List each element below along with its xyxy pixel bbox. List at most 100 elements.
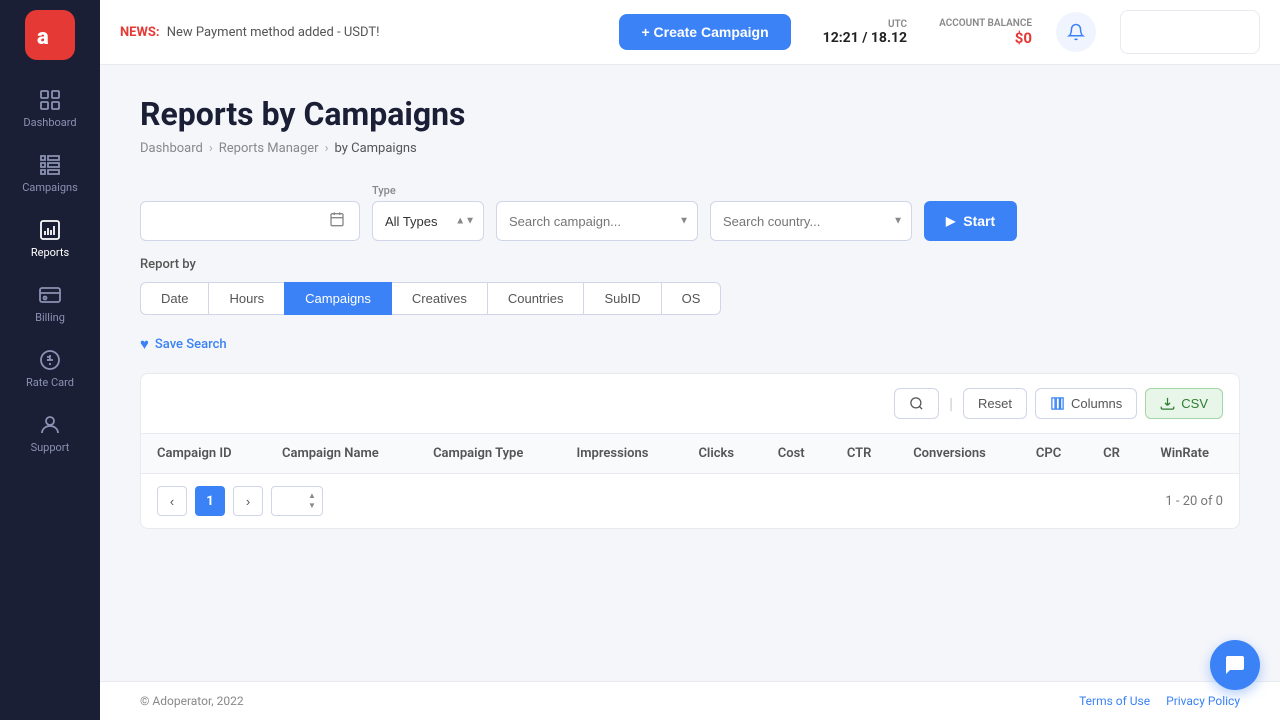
col-ctr: CTR — [831, 434, 897, 474]
campaign-search-wrap[interactable]: ▼ — [496, 201, 698, 241]
sidebar-item-reports[interactable]: Reports — [0, 206, 100, 271]
sidebar-item-campaigns[interactable]: Campaigns — [0, 141, 100, 206]
svg-text:a: a — [37, 25, 49, 50]
report-tab-os[interactable]: OS — [661, 282, 722, 315]
account-balance-section: ACCOUNT BALANCE $0 — [939, 18, 1032, 47]
start-button[interactable]: ▶ Start — [924, 201, 1017, 241]
campaign-search-input[interactable] — [497, 214, 697, 229]
news-label: NEWS: — [120, 25, 160, 40]
country-search-wrap[interactable]: ▼ — [710, 201, 912, 241]
page-size-arrows: ▲ ▼ — [308, 491, 316, 510]
type-filter-group: Type All Types Push Pop Banner Native ▲▼ — [372, 184, 484, 241]
reset-button[interactable]: Reset — [963, 388, 1027, 419]
columns-label: Columns — [1071, 396, 1122, 411]
report-tab-subid[interactable]: SubID — [583, 282, 661, 315]
sidebar: a Dashboard Campaigns — [0, 0, 100, 720]
sidebar-reports-label: Reports — [31, 246, 69, 259]
sidebar-item-support[interactable]: Support — [0, 401, 100, 466]
sidebar-item-rate-card[interactable]: Rate Card — [0, 336, 100, 401]
report-tab-countries[interactable]: Countries — [487, 282, 585, 315]
save-search-row[interactable]: ♥ Save Search — [140, 335, 1240, 353]
breadcrumb-sep-2: › — [325, 141, 329, 156]
save-search-label: Save Search — [155, 337, 227, 352]
current-page-number[interactable]: 1 — [195, 486, 225, 516]
reset-label: Reset — [978, 396, 1012, 411]
col-cr: CR — [1087, 434, 1144, 474]
report-tab-campaigns[interactable]: Campaigns — [284, 282, 392, 315]
play-icon: ▶ — [946, 214, 955, 228]
breadcrumb: Dashboard › Reports Manager › by Campaig… — [140, 141, 1240, 156]
page-title: Reports by Campaigns — [140, 95, 1240, 133]
news-text: New Payment method added - USDT! — [167, 25, 380, 40]
sidebar-support-label: Support — [31, 441, 70, 454]
heart-icon: ♥ — [140, 335, 149, 353]
col-clicks: Clicks — [682, 434, 761, 474]
balance-value: $0 — [1015, 29, 1032, 47]
date-input-field[interactable]: 01-12-2022 ~ 18-12-2022 — [151, 214, 321, 229]
breadcrumb-reports-manager[interactable]: Reports Manager — [219, 141, 319, 156]
col-cpc: CPC — [1020, 434, 1087, 474]
table-card: | Reset Columns — [140, 373, 1240, 529]
report-by-tabs: Date Hours Campaigns Creatives Countries… — [140, 282, 1240, 315]
report-tab-hours[interactable]: Hours — [208, 282, 285, 315]
page-size-input[interactable]: 20 — [278, 494, 308, 509]
filters-row: 01-12-2022 ~ 18-12-2022 Type All Types P… — [140, 184, 1240, 241]
page-size-up-icon[interactable]: ▲ — [308, 491, 316, 501]
columns-button[interactable]: Columns — [1035, 388, 1137, 419]
type-select-wrap[interactable]: All Types Push Pop Banner Native ▲▼ — [372, 201, 484, 241]
footer-copyright: © Adoperator, 2022 — [140, 694, 244, 708]
news-banner: NEWS: New Payment method added - USDT! — [120, 25, 379, 40]
col-campaign-id: Campaign ID — [141, 434, 266, 474]
notification-bell-button[interactable] — [1056, 12, 1096, 52]
report-by-label: Report by — [140, 257, 1240, 272]
create-campaign-label: + Create Campaign — [641, 24, 768, 40]
col-campaign-name: Campaign Name — [266, 434, 417, 474]
search-icon-button[interactable] — [894, 388, 939, 419]
type-filter-label: Type — [372, 184, 484, 197]
col-winrate: WinRate — [1144, 434, 1239, 474]
logo[interactable]: a — [25, 10, 75, 60]
sidebar-item-dashboard[interactable]: Dashboard — [0, 76, 100, 141]
sidebar-billing-label: Billing — [35, 311, 65, 324]
pagination-info: 1 - 20 of 0 — [1165, 494, 1223, 509]
content: Reports by Campaigns Dashboard › Reports… — [100, 65, 1280, 681]
calendar-icon[interactable] — [329, 211, 345, 231]
footer: © Adoperator, 2022 Terms of Use Privacy … — [100, 681, 1280, 720]
chat-bubble-button[interactable] — [1210, 640, 1260, 690]
utc-time: 12:21 / 18.12 — [823, 30, 907, 46]
col-conversions: Conversions — [897, 434, 1020, 474]
col-cost: Cost — [762, 434, 831, 474]
breadcrumb-sep-1: › — [209, 141, 213, 156]
utc-label: UTC — [888, 19, 907, 30]
sidebar-item-billing[interactable]: Billing — [0, 271, 100, 336]
report-tab-creatives[interactable]: Creatives — [391, 282, 488, 315]
breadcrumb-dashboard[interactable]: Dashboard — [140, 141, 203, 156]
user-avatar-area[interactable] — [1120, 10, 1260, 54]
create-campaign-button[interactable]: + Create Campaign — [619, 14, 790, 50]
date-range-input[interactable]: 01-12-2022 ~ 18-12-2022 — [140, 201, 360, 241]
topbar: NEWS: New Payment method added - USDT! +… — [100, 0, 1280, 65]
table-header-row: Campaign ID Campaign Name Campaign Type … — [141, 434, 1239, 474]
report-tab-date[interactable]: Date — [140, 282, 209, 315]
col-campaign-type: Campaign Type — [417, 434, 560, 474]
csv-button[interactable]: CSV — [1145, 388, 1223, 419]
data-table: Campaign ID Campaign Name Campaign Type … — [141, 434, 1239, 474]
pagination-row: ‹ 1 › 20 ▲ ▼ 1 - 20 of 0 — [141, 474, 1239, 528]
page-size-wrap[interactable]: 20 ▲ ▼ — [271, 486, 323, 516]
utc-section: UTC 12:21 / 18.12 — [823, 19, 907, 46]
breadcrumb-current: by Campaigns — [335, 141, 417, 156]
toolbar-separator: | — [947, 394, 955, 413]
page-size-down-icon[interactable]: ▼ — [308, 501, 316, 511]
prev-page-button[interactable]: ‹ — [157, 486, 187, 516]
start-label: Start — [963, 213, 995, 229]
col-impressions: Impressions — [561, 434, 683, 474]
next-page-button[interactable]: › — [233, 486, 263, 516]
sidebar-rate-card-label: Rate Card — [26, 376, 74, 389]
type-select[interactable]: All Types Push Pop Banner Native — [373, 202, 483, 240]
sidebar-dashboard-label: Dashboard — [23, 116, 76, 129]
terms-of-use-link[interactable]: Terms of Use — [1079, 694, 1150, 708]
privacy-policy-link[interactable]: Privacy Policy — [1166, 694, 1240, 708]
main-area: NEWS: New Payment method added - USDT! +… — [100, 0, 1280, 720]
csv-label: CSV — [1181, 396, 1208, 411]
country-search-input[interactable] — [711, 214, 911, 229]
